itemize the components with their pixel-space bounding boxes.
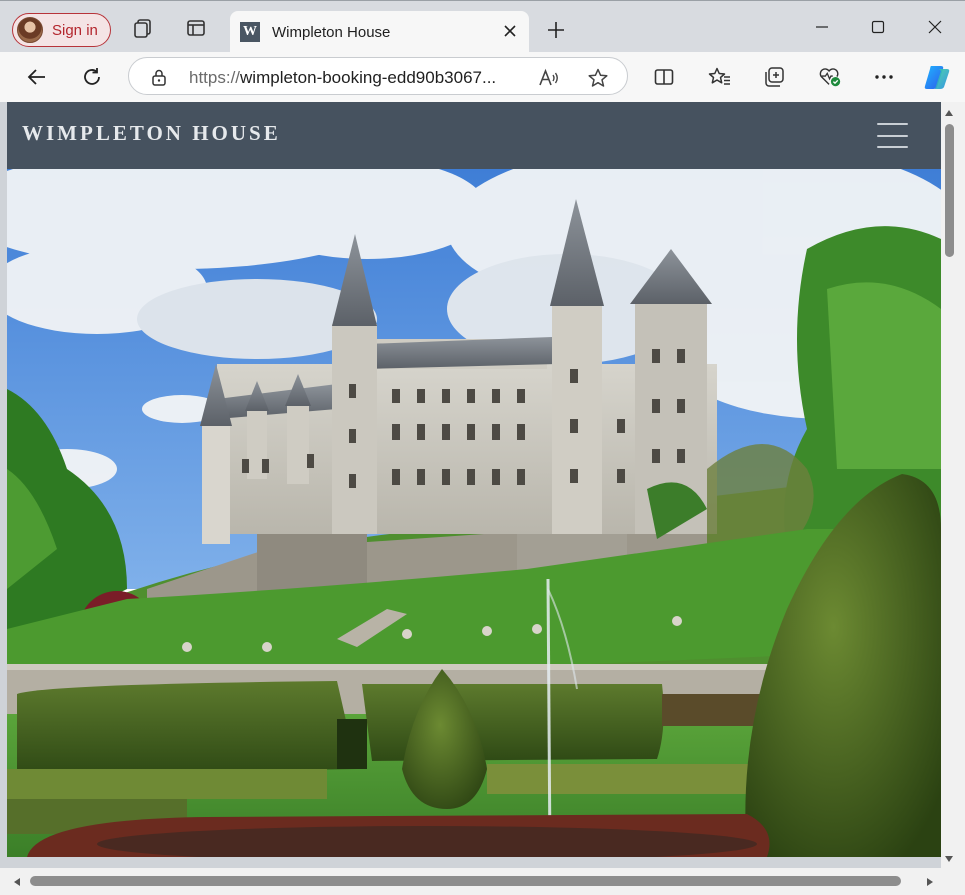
back-arrow-icon[interactable] xyxy=(25,65,49,89)
more-icon[interactable] xyxy=(872,65,896,89)
horizontal-scroll-thumb[interactable] xyxy=(30,876,901,886)
url-scheme: https:// xyxy=(189,68,241,87)
lock-icon[interactable] xyxy=(150,68,168,86)
vertical-tabs-icon[interactable] xyxy=(185,17,207,39)
minimize-icon[interactable] xyxy=(810,15,834,39)
split-screen-icon[interactable] xyxy=(652,65,676,89)
read-aloud-icon[interactable] xyxy=(538,67,560,89)
site-header: WIMPLETON HOUSE xyxy=(7,102,941,169)
copilot-icon[interactable] xyxy=(921,62,953,92)
tab-wimpleton-house[interactable]: W Wimpleton House xyxy=(230,11,529,53)
profile-avatar xyxy=(17,17,43,43)
page-viewport: WIMPLETON HOUSE xyxy=(7,102,941,857)
url-text[interactable]: https://wimpleton-booking-edd90b3067... xyxy=(189,68,519,88)
site-favicon: W xyxy=(240,22,260,42)
browser-toolbar: https://wimpleton-booking-edd90b3067... xyxy=(0,52,965,102)
star-icon[interactable] xyxy=(587,67,609,89)
scroll-up-arrow-icon[interactable] xyxy=(944,108,954,118)
sign-in-label: Sign in xyxy=(52,21,98,39)
scroll-right-arrow-icon[interactable] xyxy=(925,877,935,887)
browser-tab-bar: Sign in W Wimpleton House xyxy=(0,0,965,53)
scroll-left-arrow-icon[interactable] xyxy=(12,877,22,887)
plus-icon[interactable] xyxy=(545,19,567,41)
tab-title: Wimpleton House xyxy=(272,23,391,41)
site-title[interactable]: WIMPLETON HOUSE xyxy=(22,121,281,146)
scroll-down-arrow-icon[interactable] xyxy=(944,854,954,864)
address-bar[interactable]: https://wimpleton-booking-edd90b3067... xyxy=(128,57,628,95)
favorites-icon[interactable] xyxy=(708,65,732,89)
url-host: wimpleton-booking-edd90b3067... xyxy=(240,68,497,87)
heart-pulse-icon[interactable] xyxy=(818,65,842,89)
refresh-icon[interactable] xyxy=(80,65,104,89)
hero-castle-image xyxy=(7,169,941,857)
maximize-icon[interactable] xyxy=(866,15,890,39)
horizontal-scrollbar[interactable] xyxy=(0,868,965,895)
profile-sign-in-button[interactable]: Sign in xyxy=(12,13,111,47)
vertical-scrollbar[interactable] xyxy=(941,102,965,868)
vertical-scroll-thumb[interactable] xyxy=(945,124,954,257)
hamburger-menu-icon[interactable] xyxy=(877,123,908,148)
collections-icon[interactable] xyxy=(763,65,787,89)
close-icon[interactable] xyxy=(501,22,519,40)
workspaces-icon[interactable] xyxy=(132,17,154,39)
close-window-icon[interactable] xyxy=(923,15,947,39)
